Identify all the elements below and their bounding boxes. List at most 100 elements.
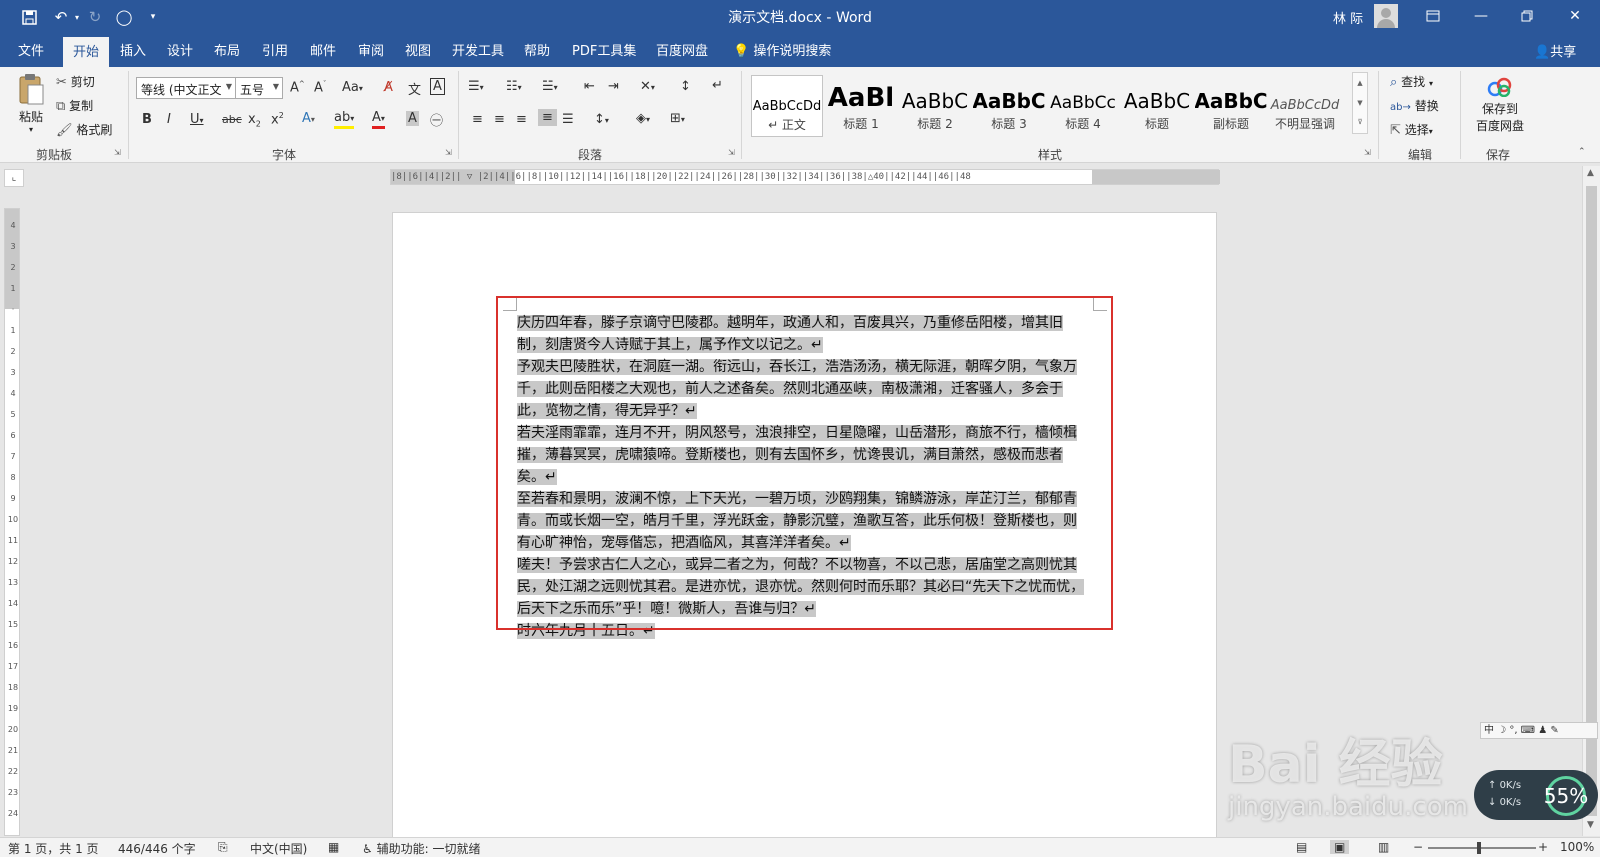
- replace-button[interactable]: ab→ 替换: [1390, 97, 1439, 114]
- chinese-layout-icon[interactable]: ✕▾: [640, 79, 655, 94]
- tab-mailings[interactable]: 邮件: [310, 40, 336, 59]
- italic-icon[interactable]: I: [167, 112, 171, 127]
- tab-file[interactable]: 文件: [18, 40, 44, 59]
- shading-icon[interactable]: ◈▾: [636, 111, 650, 126]
- numbering-icon[interactable]: ☷▾: [506, 79, 522, 94]
- user-name[interactable]: 林 际: [1333, 8, 1363, 27]
- select-button[interactable]: ⇱ 选择▾: [1390, 121, 1433, 138]
- styles-launcher-icon[interactable]: ⇲: [1364, 148, 1371, 157]
- tab-home[interactable]: 开始: [63, 37, 110, 67]
- superscript-icon[interactable]: x2: [271, 111, 284, 127]
- tab-layout[interactable]: 布局: [214, 40, 240, 59]
- copy-button[interactable]: ⧉ 复制: [56, 97, 93, 114]
- align-right-icon[interactable]: ≡: [516, 112, 527, 127]
- enclose-characters-icon[interactable]: ㊀: [430, 110, 443, 129]
- restore-icon[interactable]: [1504, 0, 1550, 32]
- collapse-ribbon-icon[interactable]: ⌃: [1578, 147, 1586, 157]
- style-heading-1[interactable]: AaBl 标题 1: [825, 75, 897, 137]
- format-painter-button[interactable]: 🖌 格式刷: [56, 121, 112, 138]
- zoom-in-icon[interactable]: +: [1538, 840, 1548, 854]
- network-speed-widget[interactable]: ↑ 0K/s ↓ 0K/s 55%: [1474, 770, 1598, 820]
- clipboard-launcher-icon[interactable]: ⇲: [114, 148, 121, 157]
- character-shading-icon[interactable]: A: [406, 111, 419, 126]
- show-marks-icon[interactable]: ↵: [712, 78, 723, 93]
- tab-baidu-netdisk[interactable]: 百度网盘: [656, 40, 708, 59]
- character-border-icon[interactable]: A: [430, 78, 445, 95]
- phonetic-guide-icon[interactable]: 文: [408, 79, 421, 98]
- tab-view[interactable]: 视图: [405, 40, 431, 59]
- distributed-icon[interactable]: ☰: [562, 112, 574, 127]
- style-heading-2[interactable]: AaBbC 标题 2: [899, 75, 971, 137]
- proofing-icon[interactable]: ⎘: [218, 840, 228, 855]
- web-layout-icon[interactable]: ▥: [1378, 840, 1389, 854]
- tell-me-search[interactable]: 💡 操作说明搜索: [733, 40, 831, 59]
- decrease-indent-icon[interactable]: ⇤: [584, 79, 595, 94]
- line-spacing-icon[interactable]: ↕▾: [594, 112, 609, 127]
- zoom-level[interactable]: 100%: [1560, 840, 1594, 854]
- save-to-baidu-button[interactable]: 保存到 百度网盘: [1470, 77, 1530, 134]
- scroll-up-icon[interactable]: ▲: [1587, 168, 1594, 178]
- underline-icon[interactable]: U▾: [190, 112, 204, 127]
- strikethrough-icon[interactable]: abc: [222, 113, 242, 126]
- font-launcher-icon[interactable]: ⇲: [445, 148, 452, 157]
- zoom-out-icon[interactable]: −: [1413, 840, 1423, 854]
- cut-button[interactable]: ✂ 剪切: [56, 73, 95, 90]
- clear-formatting-icon[interactable]: A̸: [384, 80, 393, 95]
- macro-icon[interactable]: ▦: [328, 840, 339, 854]
- style-heading-3[interactable]: AaBbC 标题 3: [973, 75, 1045, 137]
- bold-icon[interactable]: B: [142, 112, 152, 127]
- justify-icon[interactable]: ≡: [538, 109, 557, 126]
- accessibility-status[interactable]: ♿ 辅助功能: 一切就绪: [362, 840, 480, 857]
- font-color-icon[interactable]: A▾: [372, 111, 385, 129]
- tab-design[interactable]: 设计: [167, 40, 193, 59]
- font-size-combo[interactable]: 五号 ▼: [235, 77, 283, 99]
- share-button[interactable]: 👤共享: [1534, 41, 1576, 60]
- align-center-icon[interactable]: ≡: [494, 112, 505, 127]
- find-button[interactable]: ⌕ 查找 ▾: [1390, 73, 1433, 90]
- minimize-icon[interactable]: —: [1458, 0, 1504, 32]
- increase-indent-icon[interactable]: ⇥: [608, 79, 619, 94]
- scroll-down-icon[interactable]: ▼: [1587, 820, 1594, 830]
- tab-insert[interactable]: 插入: [120, 40, 146, 59]
- style-normal[interactable]: AaBbCcDd ↵ 正文: [751, 75, 823, 137]
- style-subtle-emphasis[interactable]: AaBbCcDd 不明显强调: [1269, 75, 1341, 137]
- paste-button[interactable]: 粘贴 ▾: [14, 73, 48, 134]
- paragraph-launcher-icon[interactable]: ⇲: [728, 148, 735, 157]
- gallery-more-icon[interactable]: ⊽: [1353, 113, 1367, 131]
- tab-help[interactable]: 帮助: [524, 40, 550, 59]
- tab-review[interactable]: 审阅: [358, 40, 384, 59]
- language[interactable]: 中文(中国): [250, 840, 307, 857]
- highlight-icon[interactable]: ab▾: [334, 111, 355, 129]
- horizontal-ruler[interactable]: |8||6||4||2|| ▽ |2||4||6||8||10||12||14|…: [390, 169, 1220, 185]
- change-case-icon[interactable]: Aa▾: [342, 80, 363, 95]
- style-title[interactable]: AaBbC 标题: [1121, 75, 1193, 137]
- tab-references[interactable]: 引用: [262, 40, 288, 59]
- font-name-combo[interactable]: 等线 (中文正文 ▼: [136, 77, 236, 99]
- styles-gallery-scroll[interactable]: ▲ ▼ ⊽: [1352, 72, 1368, 134]
- text-effects-icon[interactable]: A▾: [302, 111, 315, 126]
- zoom-slider-thumb[interactable]: [1477, 842, 1481, 854]
- grow-font-icon[interactable]: A^: [290, 80, 305, 95]
- tab-pdf-tools[interactable]: PDF工具集: [572, 40, 636, 59]
- zoom-slider[interactable]: [1428, 847, 1536, 849]
- shrink-font-icon[interactable]: Aˇ: [314, 80, 326, 95]
- vertical-ruler[interactable]: 4 3 2 1 · 1 2 3 4 5 6 7 8 9 10 11 12 13 14 15 16 17 18 19 20 21 22…: [4, 208, 20, 836]
- read-mode-icon[interactable]: ▤: [1296, 840, 1307, 854]
- page-count[interactable]: 第 1 页，共 1 页: [8, 840, 99, 857]
- word-count[interactable]: 446/446 个字: [118, 840, 196, 857]
- avatar[interactable]: [1374, 4, 1398, 28]
- style-heading-4[interactable]: AaBbCc 标题 4: [1047, 75, 1119, 137]
- bullets-icon[interactable]: ☰▾: [468, 79, 484, 94]
- multilevel-list-icon[interactable]: ☱▾: [542, 79, 558, 94]
- tab-stop-selector[interactable]: ⌞: [4, 169, 24, 187]
- close-icon[interactable]: ✕: [1552, 0, 1598, 32]
- ribbon-display-options-icon[interactable]: [1410, 0, 1456, 32]
- chevron-up-icon[interactable]: ▲: [1353, 73, 1367, 93]
- borders-icon[interactable]: ⊞▾: [670, 111, 685, 126]
- sort-icon[interactable]: ↕: [680, 79, 691, 94]
- align-left-icon[interactable]: ≡: [472, 112, 483, 127]
- print-layout-icon[interactable]: ▣: [1330, 840, 1350, 854]
- style-subtitle[interactable]: AaBbC 副标题: [1195, 75, 1267, 137]
- tab-developer[interactable]: 开发工具: [452, 40, 504, 59]
- chevron-down-icon[interactable]: ▼: [1353, 93, 1367, 113]
